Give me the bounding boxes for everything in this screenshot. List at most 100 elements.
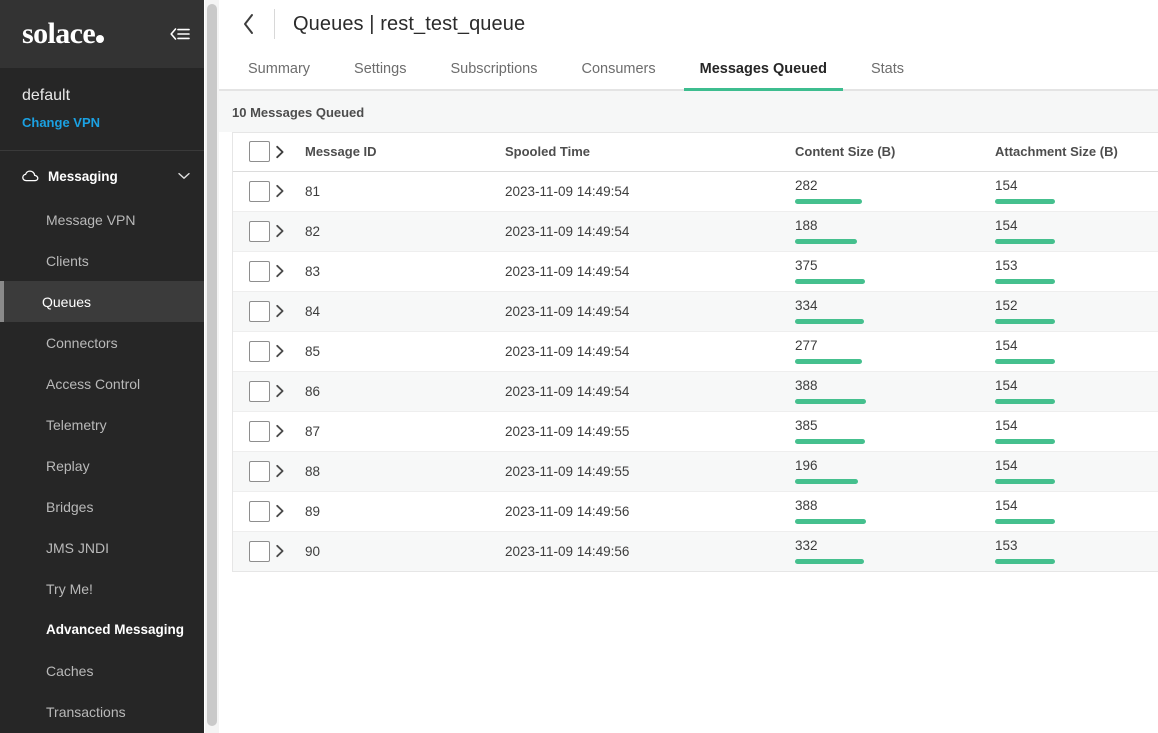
sidebar-item-access-control[interactable]: Access Control xyxy=(0,363,204,404)
table-row[interactable]: 852023-11-09 14:49:54277154 xyxy=(233,331,1158,371)
chevron-right-icon[interactable] xyxy=(275,384,303,398)
row-checkbox[interactable] xyxy=(249,301,270,322)
sidebar-item-caches[interactable]: Caches xyxy=(0,650,204,691)
chevron-left-icon[interactable] xyxy=(236,11,262,37)
sidebar-item-queues[interactable]: Queues xyxy=(0,281,204,322)
tab-settings[interactable]: Settings xyxy=(332,48,428,89)
chevron-down-icon[interactable] xyxy=(178,172,190,180)
sidebar-item-clients[interactable]: Clients xyxy=(0,240,204,281)
column-header-content-size[interactable]: Content Size (B) xyxy=(793,133,993,171)
content-size-bar xyxy=(795,479,858,484)
attachment-size-bar xyxy=(995,519,1055,524)
sidebar-item-label: Bridges xyxy=(46,499,93,515)
attachment-size-metric: 153 xyxy=(993,258,1158,284)
sidebar-item-bridges[interactable]: Bridges xyxy=(0,486,204,527)
sidebar-item-replay[interactable]: Replay xyxy=(0,445,204,486)
attachment-size-value: 154 xyxy=(995,178,1158,194)
table-row[interactable]: 882023-11-09 14:49:55196154 xyxy=(233,451,1158,491)
row-select-cell xyxy=(233,531,275,571)
cell-message-id: 82 xyxy=(303,211,503,251)
sidebar-item-label: Telemetry xyxy=(46,417,107,433)
content-size-value: 334 xyxy=(795,298,993,314)
chevron-right-icon[interactable] xyxy=(275,184,303,198)
chevron-right-glyph xyxy=(275,145,286,159)
chevron-right-icon[interactable] xyxy=(275,344,303,358)
tab-summary[interactable]: Summary xyxy=(236,48,332,89)
select-all-checkbox[interactable] xyxy=(249,141,270,162)
sidebar-item-connectors[interactable]: Connectors xyxy=(0,322,204,363)
chevron-right-icon[interactable] xyxy=(275,464,303,478)
solace-logo[interactable]: solace xyxy=(22,19,104,49)
table-row[interactable]: 892023-11-09 14:49:56388154 xyxy=(233,491,1158,531)
chevron-right-icon[interactable] xyxy=(275,304,303,318)
tab-bar: Summary Settings Subscriptions Consumers… xyxy=(218,48,1158,91)
table-row[interactable]: 842023-11-09 14:49:54334152 xyxy=(233,291,1158,331)
row-checkbox[interactable] xyxy=(249,421,270,442)
chevron-right-icon[interactable] xyxy=(275,224,303,238)
row-checkbox[interactable] xyxy=(249,381,270,402)
cell-content-size: 277 xyxy=(793,331,993,371)
vpn-name: default xyxy=(22,86,204,106)
content-size-value: 282 xyxy=(795,178,993,194)
app-root: solace default Change VPN Messaging xyxy=(0,0,1158,733)
row-checkbox[interactable] xyxy=(249,501,270,522)
sidebar-item-advanced-messaging[interactable]: Advanced Messaging xyxy=(0,609,204,650)
column-header-attachment-size[interactable]: Attachment Size (B) xyxy=(993,133,1158,171)
row-checkbox[interactable] xyxy=(249,221,270,242)
table-row[interactable]: 832023-11-09 14:49:54375153 xyxy=(233,251,1158,291)
chevron-right-glyph xyxy=(275,224,286,238)
chevron-right-icon[interactable] xyxy=(275,264,303,278)
sidebar-item-transactions[interactable]: Transactions xyxy=(0,691,204,732)
tab-subscriptions[interactable]: Subscriptions xyxy=(428,48,559,89)
expand-all-cell xyxy=(275,133,303,171)
messages-table-card: Message ID Spooled Time Content Size (B)… xyxy=(232,132,1158,572)
cell-attachment-size: 154 xyxy=(993,411,1158,451)
row-checkbox[interactable] xyxy=(249,181,270,202)
cell-content-size: 188 xyxy=(793,211,993,251)
tab-label: Settings xyxy=(354,61,406,77)
vertical-scrollbar-thumb[interactable] xyxy=(207,4,217,726)
chevron-right-icon[interactable] xyxy=(275,544,303,558)
table-row[interactable]: 872023-11-09 14:49:55385154 xyxy=(233,411,1158,451)
column-header-message-id[interactable]: Message ID xyxy=(303,133,503,171)
cell-attachment-size: 154 xyxy=(993,491,1158,531)
attachment-size-metric: 154 xyxy=(993,498,1158,524)
vertical-scrollbar-track[interactable] xyxy=(205,0,219,733)
sidebar-item-jms-jndi[interactable]: JMS JNDI xyxy=(0,527,204,568)
column-header-spooled-time[interactable]: Spooled Time xyxy=(503,133,793,171)
chevron-right-icon[interactable] xyxy=(275,424,303,438)
chevron-right-glyph xyxy=(275,464,286,478)
row-expand-cell xyxy=(275,371,303,411)
row-checkbox[interactable] xyxy=(249,261,270,282)
tab-label: Consumers xyxy=(582,61,656,77)
chevron-right-glyph xyxy=(275,304,286,318)
chevron-right-icon[interactable] xyxy=(275,145,303,159)
attachment-size-bar xyxy=(995,279,1055,284)
cell-message-id: 90 xyxy=(303,531,503,571)
table-row[interactable]: 812023-11-09 14:49:54282154 xyxy=(233,171,1158,211)
sidebar-item-try-me[interactable]: Try Me! xyxy=(0,568,204,609)
row-checkbox[interactable] xyxy=(249,461,270,482)
row-select-cell xyxy=(233,251,275,291)
cell-spooled-time: 2023-11-09 14:49:56 xyxy=(503,491,793,531)
table-row[interactable]: 862023-11-09 14:49:54388154 xyxy=(233,371,1158,411)
sidebar-item-message-vpn[interactable]: Message VPN xyxy=(0,199,204,240)
tab-stats[interactable]: Stats xyxy=(849,48,926,89)
sidebar-item-telemetry[interactable]: Telemetry xyxy=(0,404,204,445)
content-size-metric: 282 xyxy=(793,178,993,204)
row-select-cell xyxy=(233,331,275,371)
sidebar-item-label: Advanced Messaging xyxy=(46,622,184,637)
section-header-messaging[interactable]: Messaging xyxy=(0,157,204,195)
row-checkbox[interactable] xyxy=(249,541,270,562)
content-size-bar xyxy=(795,239,857,244)
header-divider xyxy=(274,9,275,39)
change-vpn-link[interactable]: Change VPN xyxy=(22,115,100,130)
row-checkbox[interactable] xyxy=(249,341,270,362)
collapse-menu-icon[interactable] xyxy=(168,25,190,43)
tab-consumers[interactable]: Consumers xyxy=(560,48,678,89)
cell-spooled-time: 2023-11-09 14:49:54 xyxy=(503,331,793,371)
table-row[interactable]: 902023-11-09 14:49:56332153 xyxy=(233,531,1158,571)
table-row[interactable]: 822023-11-09 14:49:54188154 xyxy=(233,211,1158,251)
chevron-right-icon[interactable] xyxy=(275,504,303,518)
tab-messages-queued[interactable]: Messages Queued xyxy=(678,48,849,89)
